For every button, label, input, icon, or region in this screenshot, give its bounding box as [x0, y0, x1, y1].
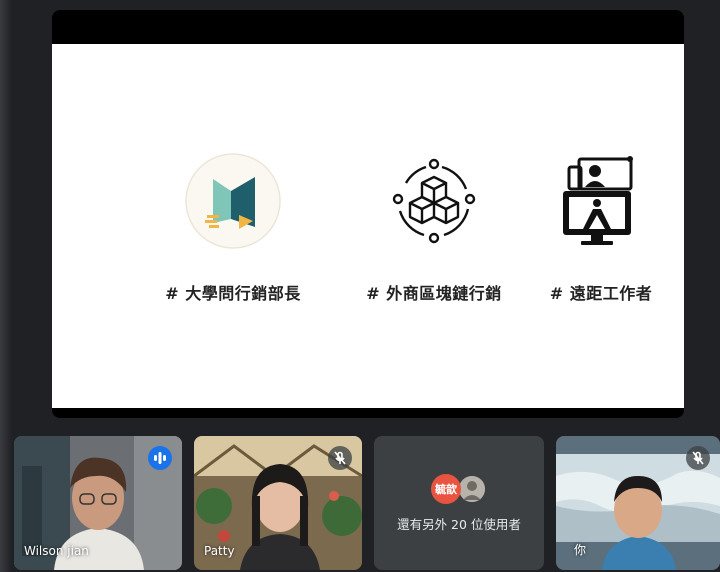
speaking-indicator-icon — [148, 446, 172, 470]
avatar: 毓歆 — [431, 473, 461, 504]
slide-label-blockchain: # 外商區塊鏈行銷 — [366, 284, 502, 303]
mic-muted-icon — [328, 446, 352, 470]
participant-name: 你 — [574, 543, 587, 557]
slide-item-blockchain: # 外商區塊鏈行銷 — [339, 146, 529, 304]
participant-tile-wilson[interactable]: Wilson jian — [14, 436, 182, 570]
participant-name: Wilson jian — [24, 544, 89, 558]
slide-item-remote: # 遠距工作者 — [506, 146, 684, 304]
others-participants-tile[interactable]: 毓歆 還有另外 20 位使用者 — [374, 436, 544, 570]
left-edge-shade — [0, 0, 12, 572]
remote-work-icon — [541, 146, 661, 256]
participant-name: Patty — [204, 544, 235, 558]
slide-content: # 大學問行銷部長 # 外商區塊鏈行銷 # 遠距工作者 — [52, 44, 684, 408]
slide-label-marketing: # 大學問行銷部長 — [165, 284, 301, 303]
slide-item-marketing: # 大學問行銷部長 — [138, 146, 328, 304]
brand-logo-icon — [173, 146, 293, 256]
slide-label-remote: # 遠距工作者 — [549, 284, 653, 303]
participant-tile-self[interactable]: 你 — [556, 436, 720, 570]
avatar-photo-icon — [457, 473, 487, 504]
shared-presentation[interactable]: # 大學問行銷部長 # 外商區塊鏈行銷 # 遠距工作者 — [52, 10, 684, 418]
avatar-stack: 毓歆 — [431, 473, 487, 504]
participant-tile-patty[interactable]: Patty — [194, 436, 362, 570]
others-count-label: 還有另外 20 位使用者 — [397, 516, 521, 532]
blockchain-cubes-icon — [374, 146, 494, 256]
mic-muted-icon — [686, 446, 710, 470]
